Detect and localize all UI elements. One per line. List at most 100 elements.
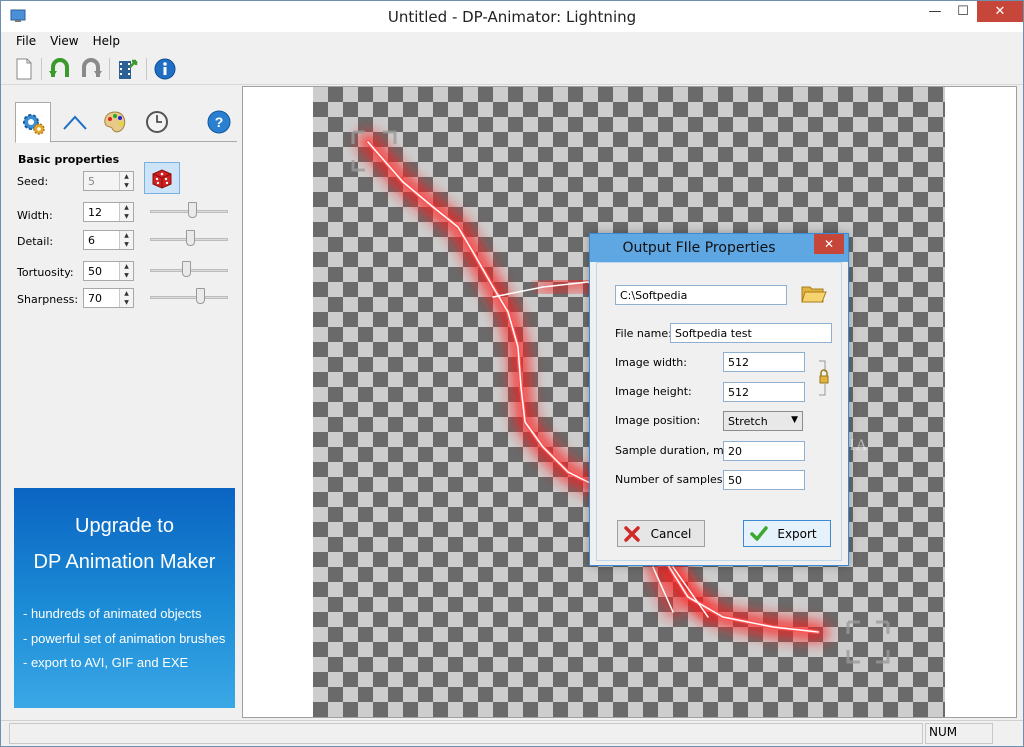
section-title: Basic properties <box>18 153 120 166</box>
toolbar-separator <box>41 58 42 80</box>
redo-icon <box>82 58 102 77</box>
detail-value: 6 <box>88 234 95 247</box>
tab-settings[interactable] <box>15 102 51 143</box>
sharpness-spinner[interactable]: 70 ▲ ▼ <box>83 288 134 308</box>
palette-icon <box>104 111 126 133</box>
undo-button[interactable] <box>47 56 73 82</box>
image-width-input[interactable]: 512 <box>723 352 805 372</box>
tab-colors[interactable] <box>97 102 133 142</box>
upgrade-banner[interactable]: Upgrade to DP Animation Maker - hundreds… <box>14 488 235 708</box>
tab-timing[interactable] <box>139 102 175 142</box>
toolbar <box>1 52 1023 85</box>
export-film-icon <box>119 59 138 79</box>
dialog-title: Output FIle Properties <box>622 240 776 256</box>
number-of-samples-label: Number of samples: <box>615 473 727 486</box>
aspect-lock-button[interactable] <box>817 359 831 400</box>
export-label: Export <box>777 526 817 541</box>
spinner-arrows[interactable]: ▲ ▼ <box>119 289 133 307</box>
spinner-arrows[interactable]: ▲ ▼ <box>119 231 133 249</box>
promo-heading: Upgrade to <box>75 515 174 537</box>
output-file-dialog: Output FIle Properties ✕ C:\Softpedia Fi… <box>589 233 849 566</box>
sample-duration-input[interactable]: 20 <box>723 441 805 461</box>
image-position-value: Stretch <box>728 415 768 428</box>
window-title: Untitled - DP-Animator: Lightning <box>387 8 637 26</box>
redo-button[interactable] <box>78 56 104 82</box>
menu-file[interactable]: File <box>9 32 43 52</box>
browse-folder-button[interactable] <box>801 283 827 308</box>
dialog-title-bar: Output FIle Properties ✕ <box>590 234 848 262</box>
promo-product: DP Animation Maker <box>33 551 216 573</box>
image-position-label: Image position: <box>615 414 701 427</box>
num-lock-indicator: NUM <box>929 725 958 739</box>
spinner-arrows[interactable]: ▲ ▼ <box>119 203 133 221</box>
lock-icon <box>819 360 829 396</box>
menu-help[interactable]: Help <box>86 32 127 52</box>
sharpness-value: 70 <box>88 292 102 305</box>
slider-thumb[interactable] <box>188 202 197 218</box>
toolbar-separator <box>109 58 110 80</box>
sharpness-label: Sharpness: <box>17 293 79 306</box>
maximize-button[interactable]: ☐ <box>949 1 977 22</box>
dice-icon <box>152 169 172 189</box>
info-icon <box>154 58 176 80</box>
dialog-close-button[interactable]: ✕ <box>814 234 844 254</box>
new-document-button[interactable] <box>11 56 37 82</box>
title-bar: Untitled - DP-Animator: Lightning — ☐ ✕ <box>1 1 1023 32</box>
minimize-button[interactable]: — <box>921 1 949 22</box>
width-label: Width: <box>17 209 53 222</box>
tab-shape[interactable] <box>57 102 93 142</box>
tortuosity-label: Tortuosity: <box>17 266 74 279</box>
tortuosity-spinner[interactable]: 50 ▲ ▼ <box>83 261 134 281</box>
close-button[interactable]: ✕ <box>977 1 1023 22</box>
image-height-input[interactable]: 512 <box>723 382 805 402</box>
toolbar-separator <box>146 58 147 80</box>
output-path-field[interactable]: C:\Softpedia <box>615 285 787 305</box>
panel-tabs: ? <box>15 102 237 143</box>
spinner-arrows[interactable]: ▲ ▼ <box>119 172 133 190</box>
shape-line-icon <box>63 115 87 130</box>
new-document-icon <box>16 58 32 80</box>
dialog-body: C:\Softpedia File name: Softpedia test I… <box>596 262 842 561</box>
tortuosity-value: 50 <box>88 265 102 278</box>
export-film-button[interactable] <box>115 56 141 82</box>
file-name-label: File name: <box>615 327 672 340</box>
promo-feature: - export to AVI, GIF and EXE <box>23 655 189 670</box>
info-button[interactable] <box>152 56 178 82</box>
slider-thumb[interactable] <box>186 230 195 246</box>
image-width-label: Image width: <box>615 356 687 369</box>
tortuosity-slider[interactable] <box>150 260 228 280</box>
promo-feature: - powerful set of animation brushes <box>23 631 226 646</box>
slider-thumb[interactable] <box>196 288 205 304</box>
window-controls: — ☐ ✕ <box>921 1 1023 22</box>
image-position-select[interactable]: Stretch ▼ <box>723 411 803 431</box>
randomize-seed-button[interactable] <box>144 162 180 194</box>
slider-thumb[interactable] <box>182 261 191 277</box>
chevron-down-icon: ▼ <box>791 415 798 425</box>
seed-spinner[interactable]: 5 ▲ ▼ <box>83 171 134 191</box>
menu-view[interactable]: View <box>43 32 85 52</box>
detail-slider[interactable] <box>150 229 228 249</box>
slider-track <box>150 296 228 299</box>
number-of-samples-input[interactable]: 50 <box>723 470 805 490</box>
detail-label: Detail: <box>17 235 54 248</box>
seed-label: Seed: <box>17 175 49 188</box>
help-icon: ? <box>207 110 231 134</box>
width-spinner[interactable]: 12 ▲ ▼ <box>83 202 134 222</box>
export-button[interactable]: Export <box>743 520 831 547</box>
tab-help[interactable]: ? <box>201 102 237 142</box>
sharpness-slider[interactable] <box>150 287 228 307</box>
cancel-button[interactable]: Cancel <box>617 520 705 547</box>
detail-spinner[interactable]: 6 ▲ ▼ <box>83 230 134 250</box>
spinner-arrows[interactable]: ▲ ▼ <box>119 262 133 280</box>
width-value: 12 <box>88 206 102 219</box>
width-slider[interactable] <box>150 201 228 221</box>
undo-icon <box>49 58 69 77</box>
svg-text:?: ? <box>215 114 224 130</box>
image-height-label: Image height: <box>615 385 692 398</box>
status-bar: NUM <box>1 720 1023 746</box>
file-name-input[interactable]: Softpedia test <box>670 323 832 343</box>
app-window: Untitled - DP-Animator: Lightning — ☐ ✕ … <box>0 0 1024 747</box>
status-message <box>9 723 923 744</box>
menu-bar: File View Help <box>1 32 1023 52</box>
settings-gear-icon <box>23 113 45 135</box>
